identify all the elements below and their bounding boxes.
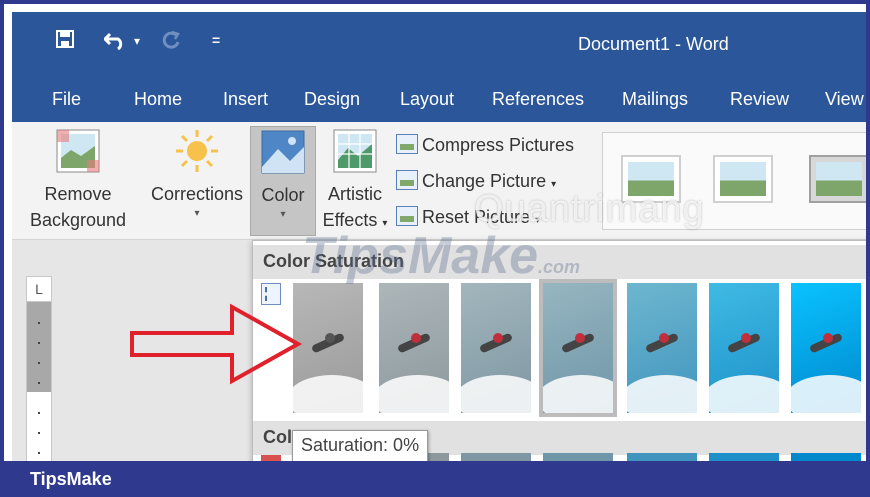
footer-brand: TipsMake xyxy=(30,469,112,489)
compress-pictures-label: Compress Pictures xyxy=(422,135,575,155)
reset-picture-button[interactable]: Reset Picture ▾ xyxy=(396,206,540,228)
window-title: Document1 - Word xyxy=(578,34,729,54)
picture-style-1[interactable] xyxy=(621,155,681,203)
picture-style-2[interactable] xyxy=(713,155,773,203)
color-saturation-header: Color Saturation xyxy=(253,245,866,279)
remove-background-icon xyxy=(56,129,100,173)
window-frame: ▾ = Document1 - Word File Home Insert De… xyxy=(0,0,870,497)
remove-background-button[interactable]: Remove Background xyxy=(22,128,134,233)
tab-home[interactable]: Home xyxy=(134,89,182,110)
footer-bar: TipsMake xyxy=(0,461,870,497)
saturation-thumb-100[interactable] xyxy=(539,279,617,417)
tab-file[interactable]: File xyxy=(52,89,81,110)
change-picture-button[interactable]: Change Picture ▾ xyxy=(396,170,556,192)
picture-style-3[interactable] xyxy=(809,155,866,203)
saturation-thumb-200[interactable] xyxy=(627,283,697,413)
picture-styles-gallery xyxy=(602,132,866,230)
artistic-effects-icon xyxy=(333,129,377,173)
corrections-label: Corrections xyxy=(150,184,244,204)
color-label: Color xyxy=(261,185,305,205)
remove-background-label-2: Background xyxy=(29,210,127,230)
saturation-thumb-33[interactable] xyxy=(379,283,449,413)
reset-picture-label: Reset Picture xyxy=(422,207,531,227)
sun-icon xyxy=(176,130,218,172)
artistic-effects-label-2: Effects ▾ xyxy=(322,210,388,230)
reset-picture-dropdown-icon: ▾ xyxy=(535,215,541,226)
tab-view[interactable]: View xyxy=(825,89,864,110)
tab-insert[interactable]: Insert xyxy=(223,89,268,110)
red-arrow-annotation xyxy=(130,303,303,385)
redo-icon[interactable] xyxy=(162,30,182,55)
saturation-thumb-66[interactable] xyxy=(461,283,531,413)
saturation-thumb-400[interactable] xyxy=(791,283,861,413)
tab-review[interactable]: Review xyxy=(730,89,789,110)
save-icon[interactable] xyxy=(56,30,74,53)
color-button[interactable]: Color ▾ xyxy=(250,126,316,236)
corrections-dropdown-icon: ▾ xyxy=(194,208,200,219)
reset-picture-icon xyxy=(396,206,418,226)
tab-selector[interactable]: L xyxy=(26,276,52,302)
change-picture-icon xyxy=(396,170,418,190)
tab-mailings[interactable]: Mailings xyxy=(622,89,688,110)
customize-qat-icon[interactable]: = xyxy=(212,32,220,48)
compress-pictures-icon xyxy=(396,134,418,154)
saturation-thumb-0[interactable] xyxy=(293,283,363,413)
remove-background-label-1: Remove xyxy=(44,184,112,204)
artistic-effects-button[interactable]: Artistic Effects ▾ xyxy=(316,128,394,237)
artistic-effects-label-1: Artistic xyxy=(328,184,382,204)
title-bar: ▾ = Document1 - Word xyxy=(12,12,866,76)
color-icon xyxy=(261,130,305,174)
saturation-tooltip: Saturation: 0% xyxy=(292,430,429,462)
color-dropdown-icon: ▾ xyxy=(280,209,286,220)
saturation-thumb-300[interactable] xyxy=(709,283,779,413)
change-picture-dropdown-icon: ▾ xyxy=(551,179,557,190)
tab-references[interactable]: References xyxy=(492,89,584,110)
undo-dropdown-icon[interactable]: ▾ xyxy=(134,34,140,48)
vertical-ruler xyxy=(26,302,52,465)
change-picture-label: Change Picture xyxy=(422,171,547,191)
corrections-button[interactable]: Corrections ▾ xyxy=(146,128,248,221)
compress-pictures-button[interactable]: Compress Pictures xyxy=(396,134,574,156)
undo-icon[interactable] xyxy=(102,30,128,55)
ribbon: Remove Background Corrections ▾ Color ▾ … xyxy=(12,122,866,240)
tab-design[interactable]: Design xyxy=(304,89,360,110)
tab-layout[interactable]: Layout xyxy=(400,89,454,110)
ribbon-tabs: File Home Insert Design Layout Reference… xyxy=(12,76,866,122)
